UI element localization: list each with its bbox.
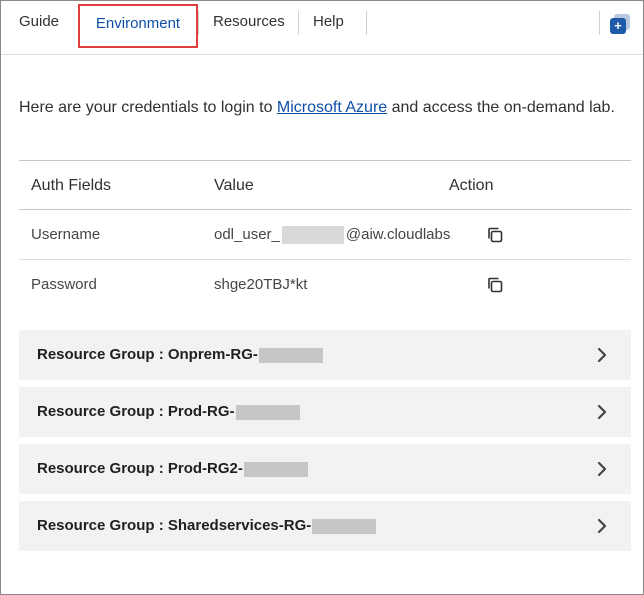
header-action: Action: [449, 177, 494, 194]
microsoft-azure-link[interactable]: Microsoft Azure: [277, 99, 387, 116]
redaction-mask: [243, 461, 308, 477]
header-auth-fields: Auth Fields: [31, 177, 112, 194]
redaction-mask: [281, 226, 344, 245]
username-prefix: odl_user_: [214, 226, 280, 243]
resource-group-label: Resource Group : Prod-RG2-: [37, 460, 243, 477]
tab-resources[interactable]: Resources: [213, 1, 285, 43]
credentials-intro: Here are your credentials to login to Mi…: [19, 99, 615, 117]
resource-group-label: Resource Group : Onprem-RG-: [37, 346, 258, 363]
username-suffix: @aiw.cloudlabs.ai: [345, 226, 452, 243]
chevron-right-icon: [597, 461, 607, 477]
resource-group-label: Resource Group : Sharedservices-RG-: [37, 517, 312, 534]
table-row-password: Password shge20TBJ*kt: [19, 260, 631, 310]
tab-divider: [198, 11, 199, 35]
resource-group-onprem[interactable]: Resource Group : Onprem-RG-: [19, 330, 631, 380]
chevron-right-icon: [597, 347, 607, 363]
intro-text-after: and access the on-demand lab.: [387, 99, 615, 116]
table-header-row: Auth Fields Value Action: [19, 160, 631, 210]
redaction-mask: [312, 518, 377, 534]
tab-guide[interactable]: Guide: [19, 1, 59, 43]
credentials-table: Auth Fields Value Action Username odl_us…: [19, 160, 631, 310]
tab-divider: [298, 11, 299, 35]
environment-panel: Guide Environment Resources Help + Here …: [0, 0, 644, 595]
chevron-right-icon: [597, 404, 607, 420]
resource-group-prod[interactable]: Resource Group : Prod-RG-: [19, 387, 631, 437]
header-value: Value: [214, 177, 254, 194]
resource-group-label: Resource Group : Prod-RG-: [37, 403, 235, 420]
tab-divider: [366, 11, 367, 35]
copy-icon[interactable]: [486, 226, 504, 244]
resource-group-prod2[interactable]: Resource Group : Prod-RG2-: [19, 444, 631, 494]
username-value: odl_user_ @aiw.cloudlabs.ai: [214, 210, 452, 260]
tab-bar: Guide Environment Resources Help +: [1, 1, 643, 55]
copy-icon[interactable]: [486, 276, 504, 294]
tab-divider: [599, 11, 600, 35]
password-label: Password: [31, 276, 97, 293]
redaction-mask: [258, 347, 323, 363]
password-value: shge20TBJ*kt: [214, 276, 308, 293]
launch-icon[interactable]: +: [610, 18, 626, 34]
intro-text-before: Here are your credentials to login to: [19, 99, 277, 116]
resource-group-sharedservices[interactable]: Resource Group : Sharedservices-RG-: [19, 501, 631, 551]
redaction-mask: [235, 404, 300, 420]
username-label: Username: [31, 226, 101, 243]
chevron-right-icon: [597, 518, 607, 534]
tab-environment[interactable]: Environment: [78, 4, 198, 48]
tab-help[interactable]: Help: [313, 1, 344, 43]
table-row-username: Username odl_user_ @aiw.cloudlabs.ai: [19, 210, 631, 260]
